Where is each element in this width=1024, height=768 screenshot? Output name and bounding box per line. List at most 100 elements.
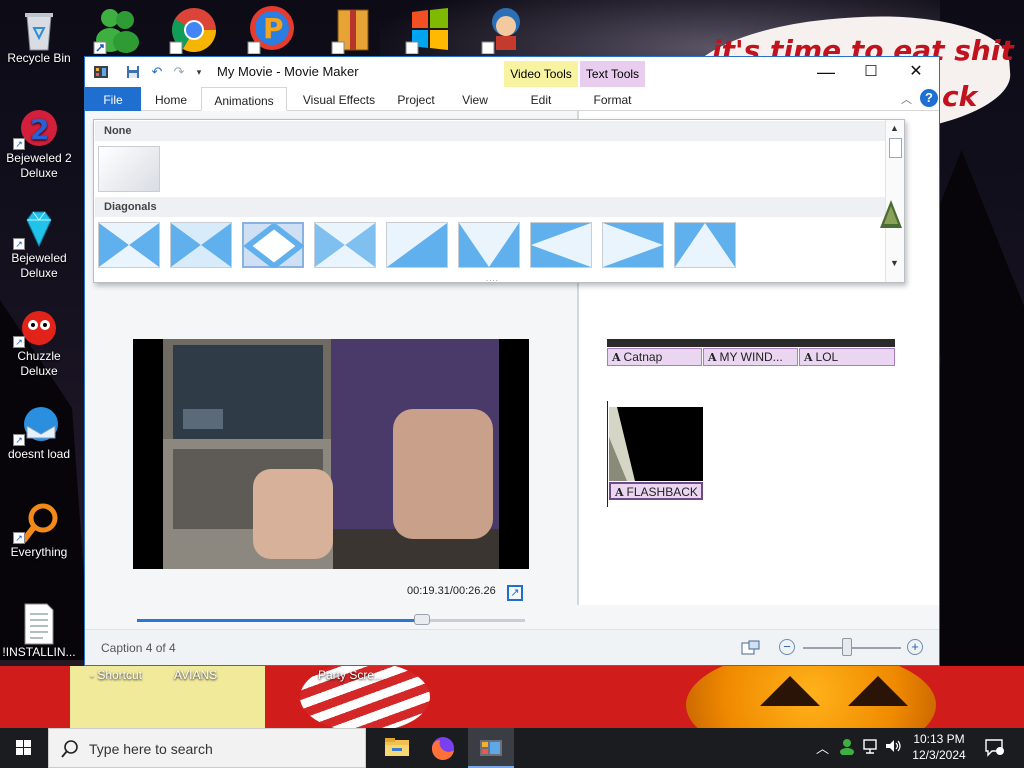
gallery-resize-grip[interactable]: .... — [486, 274, 499, 283]
messenger-icon[interactable] — [92, 4, 144, 55]
gallery-section-diagonals: Diagonals — [95, 197, 887, 217]
title-bar: ↶ ↷ ▾ My Movie - Movie Maker Video Tools… — [85, 57, 939, 87]
playhead[interactable] — [607, 401, 608, 507]
caption-clip[interactable]: A LOL — [799, 348, 895, 366]
caption-clip-selected[interactable]: A FLASHBACK — [609, 482, 703, 500]
transition-gallery: None Diagonals .... ▲ ▼ — [93, 119, 905, 283]
seek-progress — [137, 619, 423, 622]
scroll-up-icon[interactable]: ▲ — [890, 123, 899, 133]
thunderbird-icon: ↗ — [13, 404, 59, 446]
search-icon — [61, 740, 78, 758]
transition-diagonal-thumbnail[interactable] — [386, 222, 448, 268]
wallpaper-caption-2: ck — [942, 80, 978, 113]
desktop-icon-label: doesnt load — [7, 447, 71, 461]
app-icon[interactable] — [93, 64, 109, 80]
clip-strip — [607, 339, 895, 347]
seek-thumb[interactable] — [414, 614, 431, 625]
transition-diagonal-thumbnail[interactable] — [98, 222, 160, 268]
windows-logo-icon — [16, 740, 31, 755]
show-hidden-icons-icon[interactable]: ︿ — [816, 738, 829, 757]
game-character-icon[interactable] — [480, 4, 532, 55]
tab-view[interactable]: View — [449, 87, 501, 111]
desktop-icon-installing[interactable]: !INSTALLIN... — [1, 602, 77, 660]
transition-diagonal-thumbnail[interactable] — [242, 222, 305, 270]
caption-clip[interactable]: A MY WIND... — [703, 348, 798, 366]
taskbar-movie-maker[interactable] — [468, 728, 514, 768]
desktop-icon-label: Bejeweled 2 Deluxe — [6, 151, 72, 180]
bejeweled-icon: ↗ — [13, 208, 59, 250]
tab-home[interactable]: Home — [143, 87, 199, 111]
p-app-icon[interactable]: P — [246, 4, 298, 55]
tab-visual-effects[interactable]: Visual Effects — [291, 87, 387, 111]
scroll-down-icon[interactable]: ▼ — [890, 258, 899, 268]
maximize-button[interactable]: ☐ — [848, 57, 894, 87]
status-caption-text: Caption 4 of 4 — [101, 641, 176, 655]
redo-icon[interactable]: ↷ — [171, 64, 187, 80]
zoom-out-button[interactable]: − — [779, 639, 795, 655]
video-preview[interactable] — [133, 339, 529, 569]
desktop-icon-bejeweled[interactable]: ↗ Bejeweled Deluxe — [1, 208, 77, 281]
transition-diagonal-thumbnail[interactable] — [674, 222, 736, 268]
start-button[interactable] — [0, 728, 48, 768]
aspect-ratio-icon[interactable] — [741, 640, 761, 656]
context-header-text-tools: Text Tools — [580, 61, 645, 87]
firefox-icon — [431, 737, 454, 761]
taskbar-search-box[interactable]: Type here to search — [48, 728, 366, 768]
folder-zip-icon[interactable] — [330, 4, 382, 55]
volume-icon[interactable] — [884, 737, 902, 758]
taskbar-firefox[interactable] — [420, 728, 466, 768]
window-title: My Movie - Movie Maker — [217, 64, 359, 79]
caption-clip[interactable]: A Catnap — [607, 348, 702, 366]
tab-file[interactable]: File — [85, 87, 141, 111]
zoom-slider-thumb[interactable] — [842, 638, 853, 656]
chrome-icon[interactable] — [168, 4, 220, 55]
gallery-section-none: None — [95, 121, 887, 141]
popout-preview-icon[interactable]: ↗ — [507, 585, 523, 601]
desktop-icon-thunderbird[interactable]: ↗ doesnt load — [1, 404, 77, 462]
transition-diagonal-thumbnail[interactable] — [602, 222, 664, 268]
text-file-icon — [19, 602, 59, 645]
minimize-button[interactable]: — — [803, 57, 849, 87]
status-bar: Caption 4 of 4 − + — [85, 629, 939, 665]
desktop-label[interactable]: AVIANS — [174, 668, 217, 682]
transition-diagonal-thumbnail[interactable] — [530, 222, 592, 268]
recycle-bin-icon — [19, 8, 59, 51]
context-header-video-tools: Video Tools — [504, 61, 578, 87]
notifications-icon[interactable] — [984, 737, 1004, 760]
save-icon[interactable] — [125, 64, 141, 80]
undo-icon[interactable]: ↶ — [149, 64, 165, 80]
desktop-icon-label: Bejeweled Deluxe — [11, 251, 67, 280]
file-explorer-icon — [385, 738, 409, 756]
desktop-label[interactable]: Party Scre... — [318, 668, 384, 682]
transition-diagonal-thumbnail[interactable] — [458, 222, 520, 268]
video-clip-thumbnail[interactable] — [609, 407, 703, 481]
taskbar-clock[interactable]: 10:13 PM 12/3/2024 — [906, 731, 972, 763]
desktop-icon-chuzzle[interactable]: ↗ Chuzzle Deluxe — [1, 306, 77, 379]
desktop-label[interactable]: - Shortcut — [90, 668, 142, 682]
transition-none-thumbnail[interactable] — [98, 146, 160, 192]
people-tray-icon[interactable] — [838, 737, 856, 758]
help-icon[interactable]: ? — [920, 89, 938, 107]
tab-edit[interactable]: Edit — [504, 87, 578, 111]
desktop-icon-bejeweled2[interactable]: 2 ↗ Bejeweled 2 Deluxe — [1, 108, 77, 181]
windows-shield-icon[interactable] — [404, 4, 456, 55]
collapse-ribbon-icon[interactable]: ︿ — [901, 91, 912, 107]
transition-diagonal-thumbnail[interactable] — [314, 222, 376, 268]
tab-format[interactable]: Format — [580, 87, 645, 111]
taskbar-file-explorer[interactable] — [374, 728, 420, 768]
close-button[interactable]: ✕ — [893, 57, 939, 87]
seek-bar[interactable] — [137, 614, 525, 625]
svg-text:P: P — [263, 12, 284, 45]
tab-project[interactable]: Project — [389, 87, 443, 111]
everything-icon: ↗ — [13, 502, 59, 544]
transition-diagonal-thumbnail[interactable] — [170, 222, 232, 268]
desktop-icon-recycle-bin[interactable]: Recycle Bin — [1, 8, 77, 66]
tree-cursor-icon — [878, 198, 904, 230]
desktop-icon-everything[interactable]: ↗ Everything — [1, 502, 77, 560]
tab-animations[interactable]: Animations — [201, 87, 287, 111]
zoom-in-button[interactable]: + — [907, 639, 923, 655]
scrollbar-thumb[interactable] — [889, 138, 902, 158]
quick-access-dropdown-icon[interactable]: ▾ — [191, 64, 207, 80]
network-icon[interactable] — [862, 737, 880, 758]
bejeweled2-icon: 2 ↗ — [13, 108, 59, 150]
